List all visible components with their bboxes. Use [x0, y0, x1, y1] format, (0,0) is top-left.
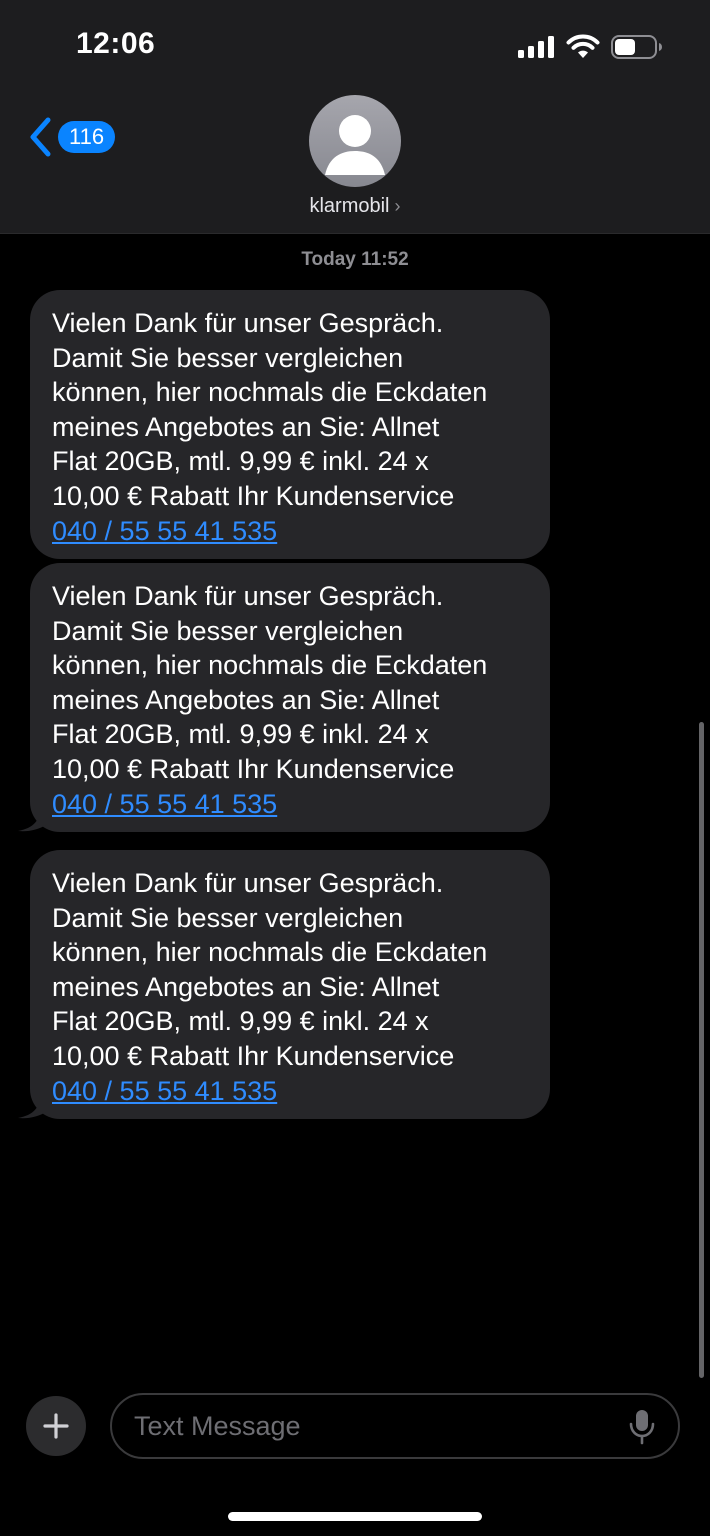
wifi-icon	[566, 34, 600, 58]
bubble-tail	[18, 1095, 48, 1119]
bubble-tail	[18, 808, 48, 832]
plus-icon	[43, 1413, 69, 1439]
message-text: Vielen Dank für unser Gespräch. Damit Si…	[52, 868, 488, 1071]
person-icon	[325, 115, 385, 175]
message-text: Vielen Dank für unser Gespräch. Damit Si…	[52, 581, 488, 784]
chevron-right-icon: ›	[394, 196, 401, 216]
message-bubble[interactable]: Vielen Dank für unser Gespräch. Damit Si…	[18, 850, 550, 1119]
back-button[interactable]: 116	[28, 116, 116, 158]
message-bubble[interactable]: Vielen Dank für unser Gespräch. Damit Si…	[18, 563, 550, 832]
chevron-left-icon	[30, 117, 51, 157]
scroll-indicator[interactable]	[699, 722, 704, 1378]
conversation-header: 12:06 116 klarmobil ›	[0, 0, 710, 234]
message-text: Vielen Dank für unser Gespräch. Damit Si…	[52, 308, 488, 511]
add-attachment-button[interactable]	[26, 1396, 86, 1456]
battery-icon	[611, 35, 662, 59]
message-timestamp: Today 11:52	[0, 249, 710, 271]
contact-avatar[interactable]	[309, 95, 401, 187]
phone-number-link[interactable]: 040 / 55 55 41 535	[52, 514, 277, 549]
unread-count-badge: 116	[58, 121, 116, 153]
message-bubble[interactable]: Vielen Dank für unser Gespräch. Damit Si…	[30, 290, 550, 559]
status-bar-time: 12:06	[76, 27, 156, 60]
cellular-signal-icon	[518, 36, 554, 58]
phone-number-link[interactable]: 040 / 55 55 41 535	[52, 787, 277, 822]
contact-name: klarmobil	[309, 195, 390, 217]
message-input[interactable]	[110, 1393, 680, 1459]
contact-name-button[interactable]: klarmobil ›	[0, 195, 710, 218]
home-indicator[interactable]	[228, 1512, 482, 1521]
phone-number-link[interactable]: 040 / 55 55 41 535	[52, 1074, 277, 1109]
microphone-icon[interactable]	[628, 1409, 656, 1445]
timestamp-day: Today	[301, 249, 356, 270]
timestamp-time: 11:52	[361, 249, 409, 270]
